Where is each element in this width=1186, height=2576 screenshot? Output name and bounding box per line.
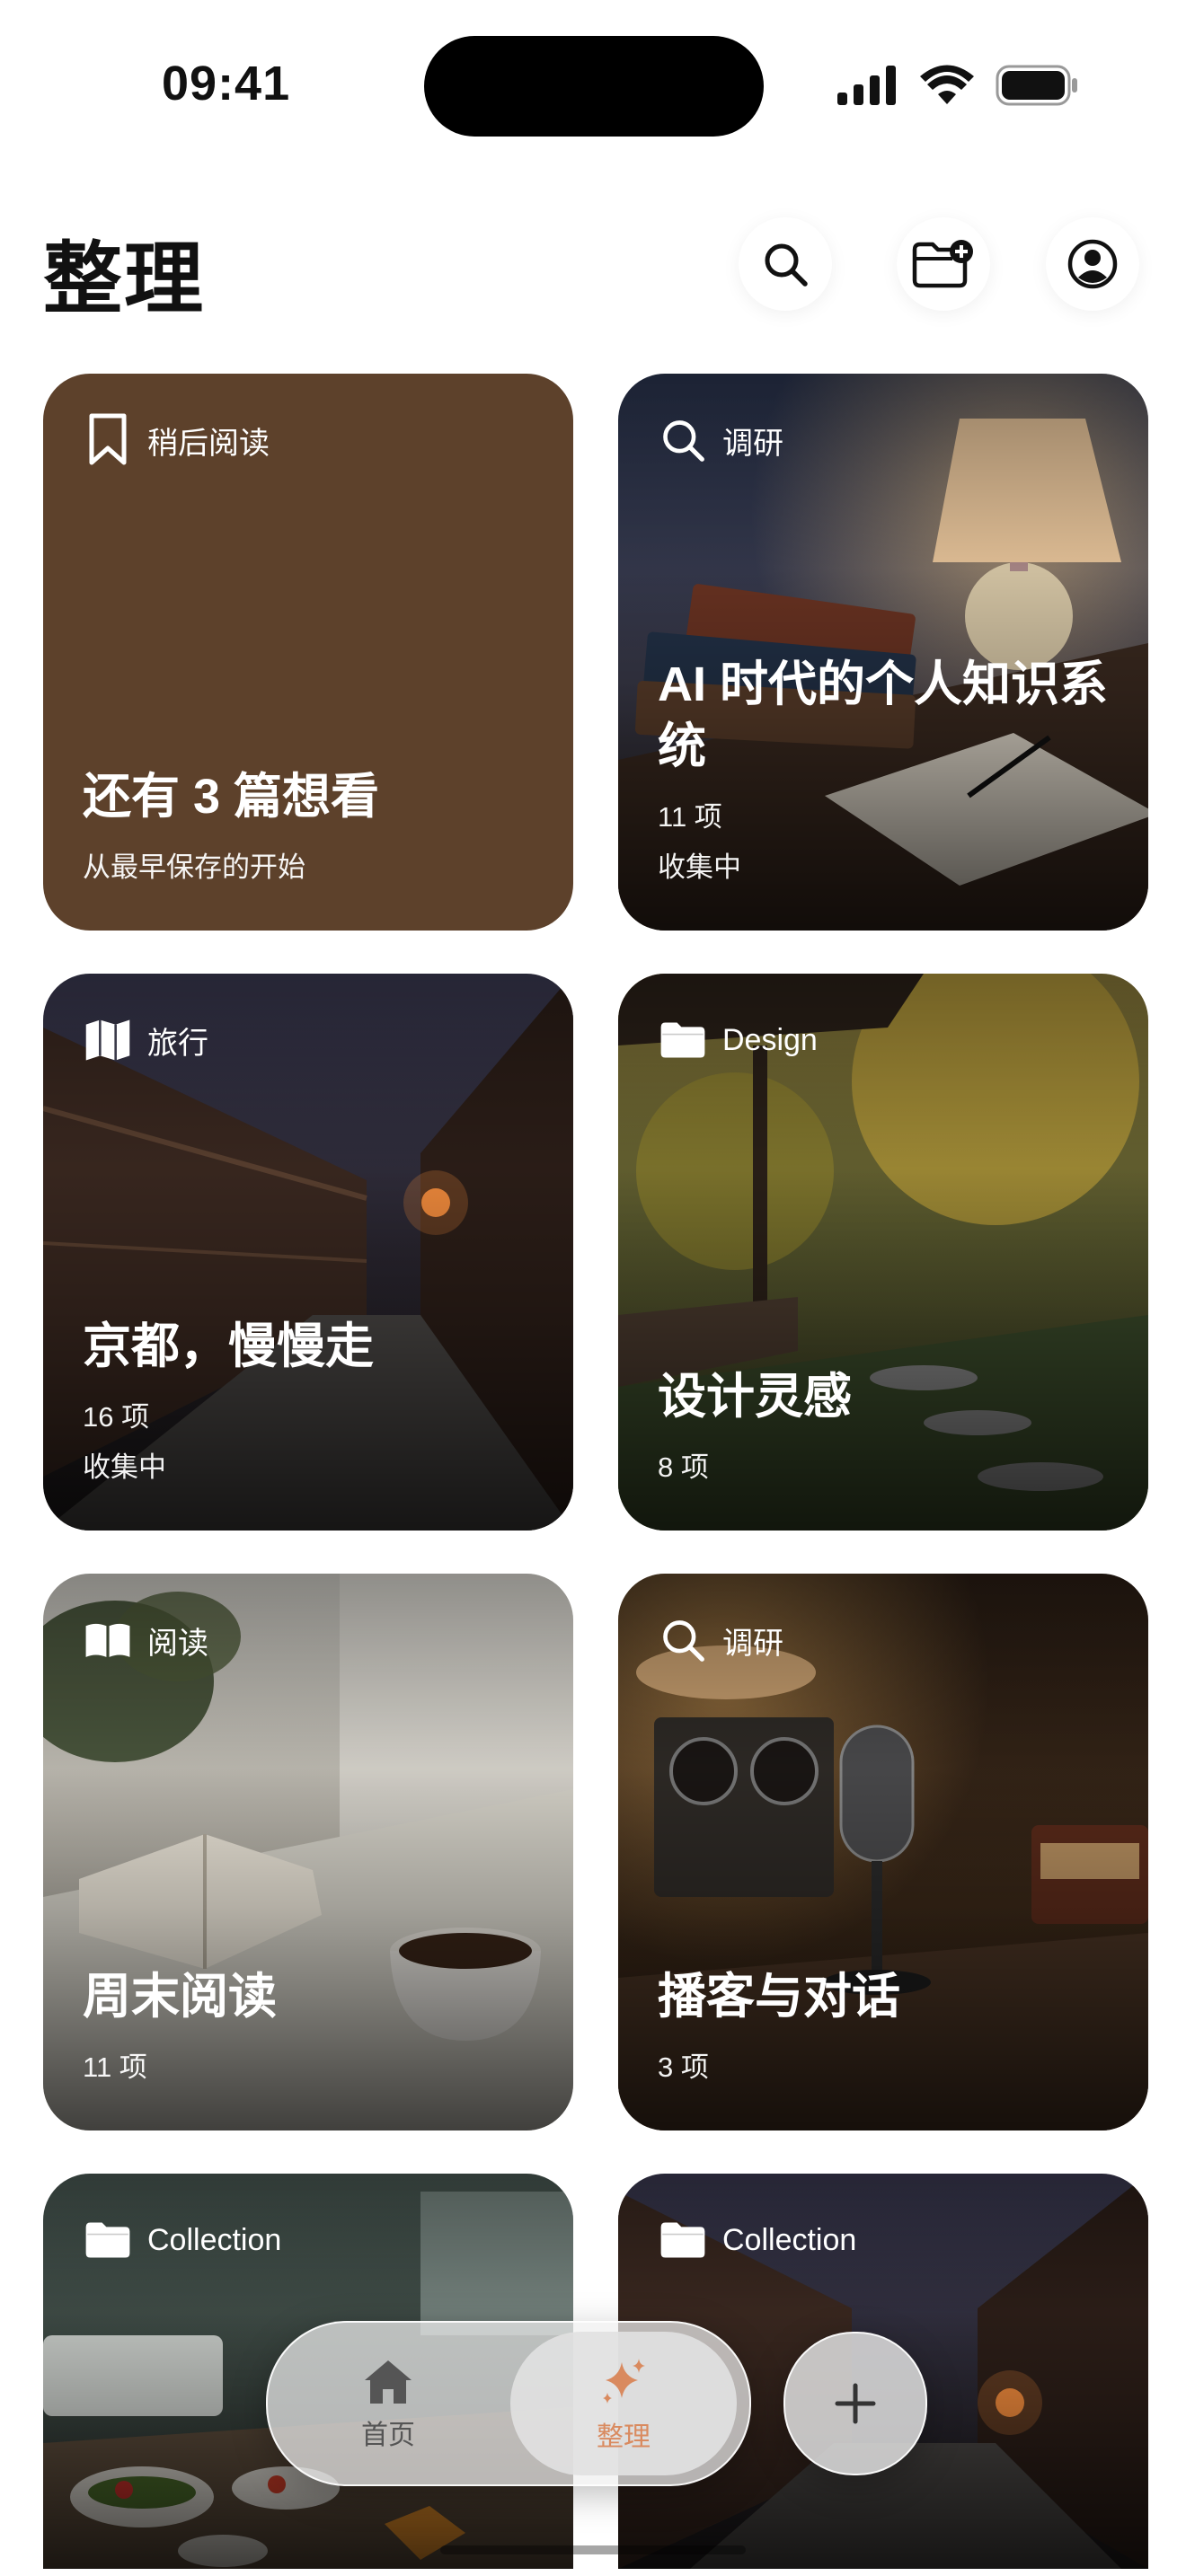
- profile-icon: [1067, 239, 1118, 289]
- tab-organize-label: 整理: [597, 2422, 651, 2452]
- tab-home-label: 首页: [361, 2421, 415, 2450]
- bookmark-icon: [84, 413, 131, 465]
- status-time: 09:41: [162, 57, 291, 110]
- collection-card-read-later[interactable]: 稍后阅读 还有 3 篇想看 从最早保存的开始: [43, 374, 573, 931]
- tab-home[interactable]: 首页: [298, 2346, 478, 2463]
- collection-card-kyoto[interactable]: 旅行 京都，慢慢走 16 项 收集中: [43, 974, 573, 1531]
- plus-icon: [835, 2383, 876, 2424]
- new-folder-button[interactable]: [897, 217, 990, 311]
- sparkles-icon: [603, 2359, 645, 2404]
- card-tag-label: 旅行: [147, 1026, 208, 1061]
- card-tag-label: 稍后阅读: [147, 426, 270, 461]
- card-status: 收集中: [658, 851, 741, 884]
- page-title: 整理: [43, 234, 206, 323]
- card-tag: Collection: [659, 2217, 856, 2263]
- card-tag: Design: [659, 1017, 818, 1063]
- cellular-signal-icon: [837, 66, 896, 105]
- collection-card-design[interactable]: Design 设计灵感 8 项: [618, 974, 1148, 1531]
- card-tag-label: Collection: [722, 2222, 857, 2257]
- map-icon: [84, 1017, 131, 1063]
- card-tag: 旅行: [84, 1017, 208, 1063]
- search-icon: [659, 1617, 706, 1663]
- tab-bar: 首页 整理: [266, 2321, 751, 2486]
- folder-icon: [659, 2217, 706, 2263]
- card-title: AI 时代的个人知识系统: [658, 657, 1109, 774]
- card-tag: Collection: [84, 2217, 281, 2263]
- dynamic-island: [424, 36, 764, 137]
- collection-card-podcasts[interactable]: 调研 播客与对话 3 项: [618, 1574, 1148, 2130]
- home-indicator: [440, 2545, 746, 2554]
- card-title: 设计灵感: [658, 1370, 852, 1425]
- card-tag-label: 调研: [722, 426, 783, 461]
- card-tag: 调研: [659, 417, 783, 463]
- card-tag-label: 调研: [722, 1626, 783, 1661]
- card-item-count: 8 项: [658, 1451, 709, 1484]
- card-subtitle: 从最早保存的开始: [83, 851, 305, 884]
- card-status: 收集中: [83, 1451, 166, 1484]
- folder-add-icon: [912, 240, 973, 288]
- battery-icon: [996, 65, 1077, 106]
- card-item-count: 3 项: [658, 2051, 709, 2084]
- card-tag: 调研: [659, 1617, 783, 1663]
- book-open-icon: [84, 1617, 131, 1663]
- search-icon: [659, 417, 706, 463]
- card-title: 还有 3 篇想看: [83, 770, 380, 825]
- wifi-icon: [920, 65, 974, 104]
- profile-button[interactable]: [1046, 217, 1139, 311]
- card-tag-label: Design: [722, 1022, 818, 1057]
- add-button[interactable]: [783, 2332, 927, 2475]
- home-icon: [365, 2360, 412, 2404]
- card-item-count: 11 项: [658, 801, 722, 834]
- card-title: 播客与对话: [658, 1970, 900, 2025]
- card-item-count: 16 项: [83, 1401, 150, 1434]
- card-title: 周末阅读: [83, 1970, 277, 2025]
- search-icon: [765, 243, 808, 287]
- search-button[interactable]: [739, 217, 832, 311]
- collection-card-ai-knowledge[interactable]: 调研 AI 时代的个人知识系统 11 项 收集中: [618, 374, 1148, 931]
- card-title: 京都，慢慢走: [83, 1319, 374, 1374]
- card-tag: 稍后阅读: [84, 413, 270, 465]
- status-bar: 09:41: [0, 0, 1186, 153]
- card-tag-label: 阅读: [147, 1626, 208, 1661]
- card-item-count: 11 项: [83, 2051, 147, 2084]
- folder-icon: [659, 1017, 706, 1063]
- collection-card-weekend-reading[interactable]: 阅读 周末阅读 11 项: [43, 1574, 573, 2130]
- card-tag-label: Collection: [147, 2222, 282, 2257]
- status-icons: [837, 65, 1078, 106]
- card-tag: 阅读: [84, 1617, 208, 1663]
- folder-icon: [84, 2217, 131, 2263]
- tab-organize[interactable]: 整理: [534, 2346, 713, 2463]
